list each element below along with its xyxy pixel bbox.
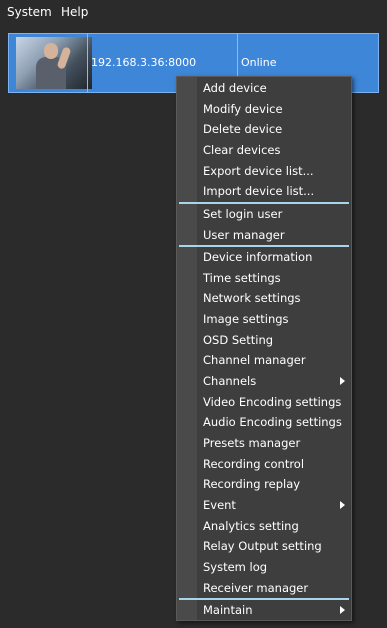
chevron-right-icon bbox=[340, 606, 345, 614]
menu-item-clear-devices[interactable]: Clear devices bbox=[177, 140, 351, 160]
menu-item-receiver-manager[interactable]: Receiver manager bbox=[177, 578, 351, 598]
device-status: Online bbox=[241, 56, 277, 69]
menu-bar: System Help bbox=[0, 0, 387, 24]
menu-item-import-device-list[interactable]: Import device list... bbox=[177, 181, 351, 201]
device-thumbnail bbox=[16, 37, 92, 89]
menu-item-label: System log bbox=[203, 560, 268, 574]
menu-item-label: Relay Output setting bbox=[203, 539, 322, 553]
menu-item-label: Set login user bbox=[203, 207, 283, 221]
menu-item-recording-replay[interactable]: Recording replay bbox=[177, 474, 351, 494]
menu-item-channel-manager[interactable]: Channel manager bbox=[177, 350, 351, 370]
menu-item-label: Device information bbox=[203, 250, 313, 264]
menu-item-label: OSD Setting bbox=[203, 333, 274, 347]
menu-item-label: Event bbox=[203, 498, 236, 512]
menu-item-modify-device[interactable]: Modify device bbox=[177, 99, 351, 119]
menu-item-set-login-user[interactable]: Set login user bbox=[177, 204, 351, 224]
menu-item-channels[interactable]: Channels bbox=[177, 371, 351, 391]
menu-item-maintain[interactable]: Maintain bbox=[177, 600, 351, 620]
menu-item-delete-device[interactable]: Delete device bbox=[177, 119, 351, 139]
menu-item-label: Analytics setting bbox=[203, 519, 299, 533]
menu-item-system-log[interactable]: System log bbox=[177, 557, 351, 577]
menu-item-video-encoding-settings[interactable]: Video Encoding settings bbox=[177, 392, 351, 412]
menu-item-device-information[interactable]: Device information bbox=[177, 247, 351, 267]
menu-item-label: Channel manager bbox=[203, 353, 306, 367]
menu-item-presets-manager[interactable]: Presets manager bbox=[177, 433, 351, 453]
menu-item-label: Network settings bbox=[203, 291, 301, 305]
menu-item-event[interactable]: Event bbox=[177, 495, 351, 515]
menu-item-label: Time settings bbox=[203, 271, 281, 285]
context-menu: Add device Modify device Delete device C… bbox=[176, 76, 352, 621]
menu-system[interactable]: System bbox=[7, 5, 52, 19]
menu-item-label: Image settings bbox=[203, 312, 289, 326]
menu-item-user-manager[interactable]: User manager bbox=[177, 225, 351, 245]
menu-item-time-settings[interactable]: Time settings bbox=[177, 268, 351, 288]
menu-item-label: Video Encoding settings bbox=[203, 395, 342, 409]
menu-item-audio-encoding-settings[interactable]: Audio Encoding settings bbox=[177, 412, 351, 432]
device-address: 192.168.3.36:8000 bbox=[91, 56, 197, 69]
menu-item-label: Audio Encoding settings bbox=[203, 415, 342, 429]
menu-item-label: Modify device bbox=[203, 102, 283, 116]
menu-item-label: User manager bbox=[203, 228, 285, 242]
chevron-right-icon bbox=[340, 377, 345, 385]
menu-item-label: Add device bbox=[203, 81, 267, 95]
menu-item-label: Delete device bbox=[203, 122, 283, 136]
menu-item-osd-setting[interactable]: OSD Setting bbox=[177, 330, 351, 350]
menu-item-relay-output-setting[interactable]: Relay Output setting bbox=[177, 536, 351, 556]
menu-item-label: Clear devices bbox=[203, 143, 281, 157]
menu-item-export-device-list[interactable]: Export device list... bbox=[177, 161, 351, 181]
menu-item-label: Channels bbox=[203, 374, 257, 388]
menu-item-recording-control[interactable]: Recording control bbox=[177, 454, 351, 474]
menu-item-analytics-setting[interactable]: Analytics setting bbox=[177, 516, 351, 536]
menu-item-add-device[interactable]: Add device bbox=[177, 78, 351, 98]
menu-item-label: Export device list... bbox=[203, 164, 314, 178]
menu-item-label: Maintain bbox=[203, 603, 253, 617]
menu-item-image-settings[interactable]: Image settings bbox=[177, 309, 351, 329]
menu-item-label: Presets manager bbox=[203, 436, 301, 450]
menu-item-label: Import device list... bbox=[203, 184, 315, 198]
column-divider bbox=[87, 34, 88, 92]
menu-item-label: Recording replay bbox=[203, 477, 301, 491]
menu-item-network-settings[interactable]: Network settings bbox=[177, 288, 351, 308]
menu-item-label: Recording control bbox=[203, 457, 305, 471]
menu-item-label: Receiver manager bbox=[203, 581, 309, 595]
chevron-right-icon bbox=[340, 501, 345, 509]
menu-help[interactable]: Help bbox=[61, 5, 88, 19]
